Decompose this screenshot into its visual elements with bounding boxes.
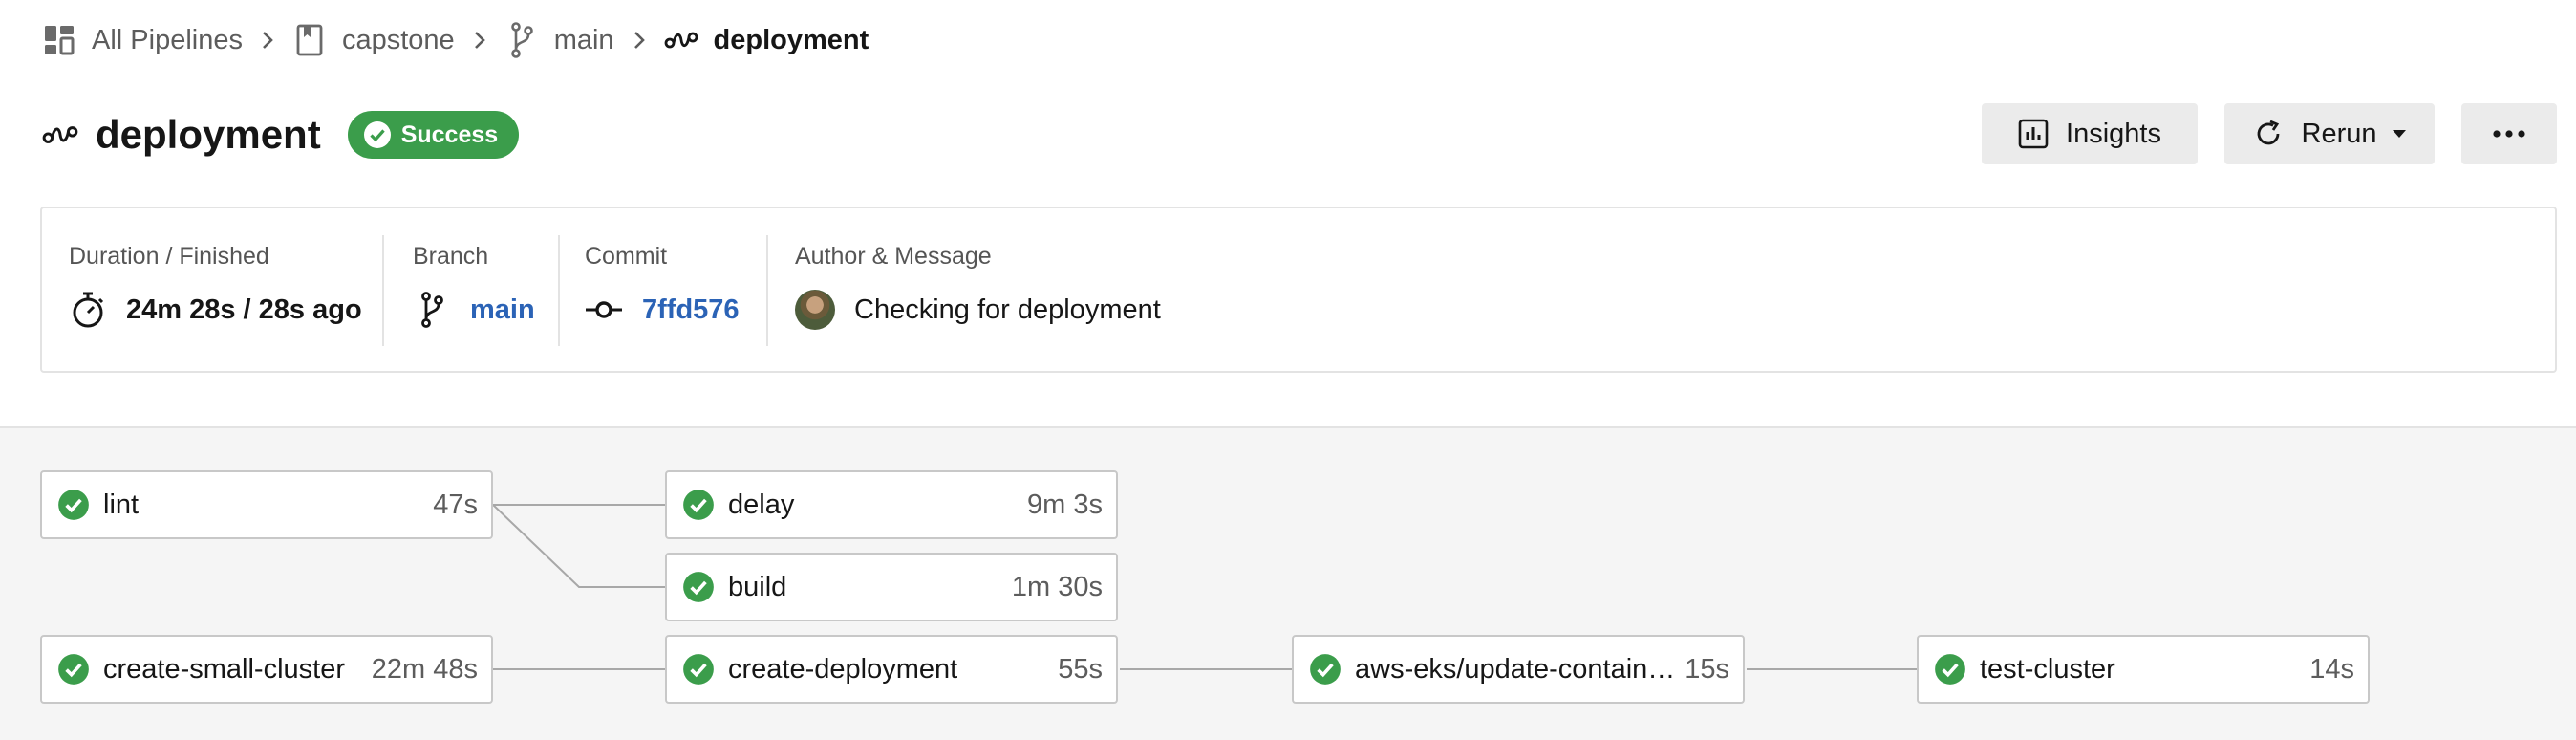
divider bbox=[382, 235, 384, 346]
ellipsis-icon bbox=[2492, 129, 2526, 139]
chevron-right-icon bbox=[455, 29, 504, 52]
job-card-create-deployment[interactable]: create-deployment 55s bbox=[665, 635, 1118, 704]
commit-label: Commit bbox=[585, 243, 668, 270]
breadcrumb-project[interactable]: capstone bbox=[292, 23, 455, 57]
check-circle-icon bbox=[1309, 653, 1342, 686]
divider bbox=[766, 235, 768, 346]
job-duration: 14s bbox=[2309, 653, 2354, 685]
job-card-delay[interactable]: delay 9m 3s bbox=[665, 470, 1118, 539]
job-card-lint[interactable]: lint 47s bbox=[40, 470, 493, 539]
job-duration: 9m 3s bbox=[1027, 489, 1103, 520]
breadcrumb-label: capstone bbox=[341, 24, 455, 55]
chevron-right-icon bbox=[243, 29, 292, 52]
status-badge: Success bbox=[347, 111, 520, 159]
check-circle-icon bbox=[363, 120, 392, 149]
job-card-build[interactable]: build 1m 30s bbox=[665, 553, 1118, 621]
job-duration: 15s bbox=[1685, 653, 1729, 685]
check-circle-icon bbox=[682, 489, 715, 521]
rerun-button[interactable]: Rerun bbox=[2224, 103, 2435, 164]
job-duration: 47s bbox=[433, 489, 478, 520]
check-circle-icon bbox=[682, 653, 715, 686]
check-circle-icon bbox=[1934, 653, 1966, 686]
author-message-label: Author & Message bbox=[795, 243, 992, 270]
breadcrumb-all-pipelines[interactable]: All Pipelines bbox=[42, 23, 243, 57]
job-duration: 1m 30s bbox=[1011, 571, 1103, 602]
check-circle-icon bbox=[57, 653, 90, 686]
breadcrumb-label: deployment bbox=[713, 24, 869, 55]
commit-field: Commit 7ffd576 bbox=[585, 237, 740, 348]
commit-link[interactable]: 7ffd576 bbox=[642, 294, 740, 326]
branch-label: Branch bbox=[413, 243, 489, 270]
duration-field: Duration / Finished 24m 28s / 28s ago bbox=[69, 237, 362, 348]
insights-label: Insights bbox=[2066, 118, 2161, 149]
chevron-right-icon bbox=[614, 29, 664, 52]
caret-down-icon bbox=[2391, 128, 2408, 140]
breadcrumb: All Pipelines capstone main deployment bbox=[42, 17, 869, 63]
check-circle-icon bbox=[57, 489, 90, 521]
commit-message: Checking for deployment bbox=[854, 294, 1161, 325]
rerun-label: Rerun bbox=[2301, 118, 2377, 149]
job-name: lint bbox=[103, 489, 140, 520]
job-name: build bbox=[728, 571, 787, 602]
job-name: create-deployment bbox=[728, 653, 958, 685]
git-commit-icon bbox=[585, 291, 623, 329]
job-card-aws-eks-update-container-image[interactable]: aws-eks/update-container-image 15s bbox=[1292, 635, 1745, 704]
pipelines-grid-icon bbox=[42, 23, 76, 57]
workflow-graph: lint 47s delay 9m 3s build 1m 30s create… bbox=[0, 426, 2576, 740]
duration-label: Duration / Finished bbox=[69, 243, 269, 270]
git-branch-icon bbox=[504, 22, 539, 58]
breadcrumb-branch[interactable]: main bbox=[504, 22, 614, 58]
page-title: deployment bbox=[96, 112, 321, 157]
divider bbox=[558, 235, 560, 346]
workflow-summary-card: Duration / Finished 24m 28s / 28s ago Br… bbox=[40, 207, 2557, 373]
bar-chart-icon bbox=[2018, 119, 2049, 149]
job-duration: 22m 48s bbox=[371, 653, 478, 685]
job-name: aws-eks/update-container-image bbox=[1355, 653, 1677, 685]
job-name: test-cluster bbox=[1980, 653, 2115, 685]
more-options-button[interactable] bbox=[2461, 103, 2557, 164]
git-branch-icon bbox=[413, 291, 451, 329]
page-header: deployment Success bbox=[42, 107, 520, 163]
breadcrumb-current-workflow: deployment bbox=[664, 23, 869, 57]
job-name: delay bbox=[728, 489, 795, 520]
job-name: create-small-cluster bbox=[103, 653, 345, 685]
author-message-field: Author & Message Checking for deployment bbox=[795, 237, 1161, 348]
workflow-icon bbox=[42, 117, 78, 153]
breadcrumb-label: main bbox=[553, 24, 614, 55]
workflow-icon bbox=[664, 23, 698, 57]
branch-link[interactable]: main bbox=[470, 294, 535, 326]
bookmark-icon bbox=[292, 23, 327, 57]
job-duration: 55s bbox=[1058, 653, 1103, 685]
branch-field: Branch main bbox=[413, 237, 535, 348]
avatar bbox=[795, 290, 835, 330]
breadcrumb-label: All Pipelines bbox=[92, 24, 243, 55]
job-card-create-small-cluster[interactable]: create-small-cluster 22m 48s bbox=[40, 635, 493, 704]
insights-button[interactable]: Insights bbox=[1982, 103, 2198, 164]
status-label: Success bbox=[400, 120, 499, 148]
job-card-test-cluster[interactable]: test-cluster 14s bbox=[1917, 635, 2370, 704]
duration-value: 24m 28s / 28s ago bbox=[126, 294, 362, 325]
stopwatch-icon bbox=[69, 291, 107, 329]
check-circle-icon bbox=[682, 571, 715, 603]
refresh-icon bbox=[2252, 118, 2285, 150]
